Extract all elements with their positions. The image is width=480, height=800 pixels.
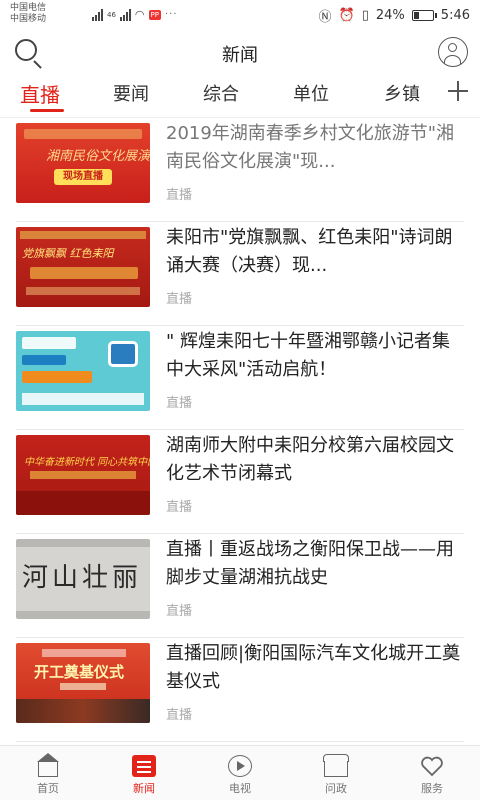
news-title: 直播丨重返战场之衡阳保卫战——用脚步丈量湖湘抗战史	[166, 539, 454, 588]
news-title: 直播回顾|衡阳国际汽车文化城开工奠基仪式	[166, 643, 461, 692]
bottom-nav: 首页 新闻 电视 问政 服务	[0, 745, 480, 800]
nav-news[interactable]: 新闻	[96, 746, 192, 800]
nav-tv[interactable]: 电视	[192, 746, 288, 800]
battery-icon	[411, 10, 437, 21]
news-thumbnail: 中华奋进新时代 同心共筑中国梦	[16, 435, 150, 515]
clock: 5:46	[440, 8, 470, 23]
heart-icon	[421, 756, 443, 777]
home-icon	[38, 761, 58, 777]
category-tabs: 直播 要闻 综合 单位 乡镇	[0, 74, 480, 116]
news-tag: 直播	[166, 396, 193, 411]
tab-live[interactable]: 直播	[20, 79, 60, 108]
add-tab-icon[interactable]	[446, 76, 470, 106]
news-thumbnail: 党旗飘飘 红色耒阳	[16, 227, 150, 307]
tab-general[interactable]: 综合	[203, 80, 239, 106]
news-item[interactable]: 开工奠基仪式 直播回顾|衡阳国际汽车文化城开工奠基仪式 直播	[0, 638, 480, 742]
news-title: 2019年湖南春季乡村文化旅游节"湘南民俗文化展演"现...	[166, 123, 455, 172]
tab-headlines[interactable]: 要闻	[113, 80, 149, 106]
active-tab-indicator	[30, 109, 64, 112]
signal-icon	[92, 8, 103, 21]
nav-label: 问政	[325, 782, 347, 795]
news-thumbnail: 湘南民俗文化展演 现场直播	[16, 123, 150, 203]
vibrate-icon: ▯	[361, 8, 369, 23]
tab-units[interactable]: 单位	[293, 80, 329, 106]
nav-label: 电视	[229, 782, 251, 795]
wifi-icon: ◠	[134, 8, 145, 21]
news-title: 耒阳市"党旗飘飘、红色耒阳"诗词朗诵大赛（决赛）现...	[166, 227, 453, 276]
carrier-2: 中国移动	[10, 14, 47, 24]
nav-label: 新闻	[133, 782, 155, 795]
nav-label: 首页	[37, 782, 59, 795]
nav-inquiry[interactable]: 问政	[288, 746, 384, 800]
status-bar: 中国电信 中国移动 46 ◠ PP ··· Ⓝ ⏰ ▯ 24% 5:46	[0, 0, 480, 30]
news-title: " 辉煌耒阳七十年暨湘鄂赣小记者集中大采风"活动启航！	[166, 331, 450, 380]
news-icon	[132, 755, 156, 777]
news-tag: 直播	[166, 500, 193, 515]
page-title: 新闻	[222, 45, 258, 66]
network-type: 46	[107, 10, 116, 19]
news-tag: 直播	[166, 708, 193, 723]
news-item[interactable]: " 辉煌耒阳七十年暨湘鄂赣小记者集中大采风"活动启航！ 直播	[0, 326, 480, 430]
nav-services[interactable]: 服务	[384, 746, 480, 800]
news-item[interactable]: 中华奋进新时代 同心共筑中国梦 湖南师大附中耒阳分校第六届校园文化艺术节闭幕式 …	[0, 430, 480, 534]
signal-icon-2	[119, 8, 131, 21]
news-thumbnail: 河山壮丽	[16, 539, 150, 619]
carrier-info: 中国电信 中国移动	[10, 3, 46, 25]
battery-percent: 24%	[375, 8, 405, 23]
news-item[interactable]: 湘南民俗文化展演 现场直播 2019年湖南春季乡村文化旅游节"湘南民俗文化展演"…	[0, 118, 480, 222]
news-item[interactable]: 党旗飘飘 红色耒阳 耒阳市"党旗飘飘、红色耒阳"诗词朗诵大赛（决赛）现... 直…	[0, 222, 480, 326]
news-item[interactable]: 河山壮丽 直播丨重返战场之衡阳保卫战——用脚步丈量湖湘抗战史 直播	[0, 534, 480, 638]
alarm-icon: ⏰	[338, 8, 355, 23]
nfc-icon: Ⓝ	[318, 10, 332, 25]
network-icons: 46 ◠ PP ···	[92, 8, 178, 21]
government-building-icon	[324, 761, 348, 777]
nav-label: 服务	[421, 782, 443, 795]
news-thumbnail: 开工奠基仪式	[16, 643, 150, 723]
more-notifications-icon: ···	[164, 9, 178, 20]
news-tag: 直播	[166, 292, 193, 307]
news-tag: 直播	[166, 604, 193, 619]
news-tag: 直播	[166, 188, 193, 203]
nav-home[interactable]: 首页	[0, 746, 96, 800]
user-avatar-icon[interactable]	[438, 37, 468, 67]
carrier-1: 中国电信	[10, 3, 47, 13]
news-thumbnail	[16, 331, 150, 411]
app-header: 新闻	[0, 30, 480, 74]
system-status: Ⓝ ⏰ ▯ 24% 5:46	[319, 6, 470, 25]
news-title: 湖南师大附中耒阳分校第六届校园文化艺术节闭幕式	[166, 435, 454, 484]
app-badge-icon: PP	[148, 9, 161, 20]
tab-towns[interactable]: 乡镇	[384, 80, 420, 106]
tv-play-icon	[228, 755, 252, 777]
